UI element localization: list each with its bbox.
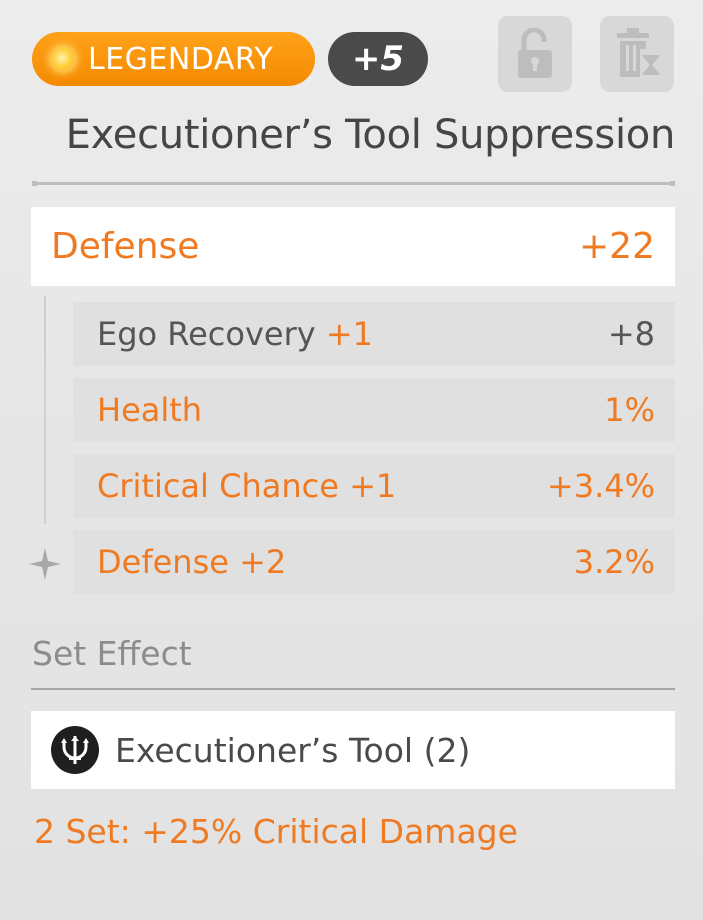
trident-emblem-icon (51, 726, 99, 774)
substat-name: Critical Chance (97, 467, 339, 505)
substat-value: +8 (607, 315, 655, 353)
substat-value: 3.2% (573, 543, 655, 581)
substat-label: Ego Recovery +1 (97, 315, 373, 353)
substat-label: Defense +2 (97, 543, 286, 581)
substat-row: Health 1% (73, 378, 675, 442)
enhance-level-badge: +5 (328, 32, 428, 86)
sparkle-icon (27, 546, 63, 586)
rarity-label: LEGENDARY (88, 41, 274, 77)
lock-button[interactable] (498, 16, 572, 92)
substat-name: Defense (97, 543, 229, 581)
substat-bonus: +1 (325, 315, 373, 353)
substat-row: Critical Chance +1 +3.4% (73, 454, 675, 518)
rarity-glow-icon (52, 48, 74, 70)
discard-button[interactable] (600, 16, 674, 92)
title-divider (32, 181, 675, 186)
trash-timer-icon (617, 28, 659, 77)
unlock-icon (518, 28, 552, 78)
substat-tree-line (44, 296, 46, 524)
substat-row: Defense +2 3.2% (73, 530, 675, 594)
main-stat-name: Defense (51, 226, 200, 267)
substat-name: Ego Recovery (97, 315, 316, 353)
main-stat-row: Defense +22 (31, 207, 675, 286)
item-name: Executioner’s Tool Suppression (65, 112, 676, 158)
substat-label: Critical Chance +1 (97, 467, 396, 505)
set-name: Executioner’s Tool (2) (115, 730, 471, 770)
substat-row: Ego Recovery +1 +8 (73, 302, 675, 366)
main-stat-value: +22 (579, 226, 655, 267)
substat-value: 1% (604, 391, 655, 429)
substat-label: Health (97, 391, 202, 429)
substat-value: +3.4% (546, 467, 655, 505)
set-effect-divider (31, 688, 675, 690)
substat-bonus: +1 (349, 467, 397, 505)
set-bonus-text: 2 Set: +25% Critical Damage (34, 812, 518, 851)
substat-bonus: +2 (239, 543, 287, 581)
rarity-badge: LEGENDARY (32, 32, 315, 86)
set-effect-title: Set Effect (32, 634, 192, 673)
substat-name: Health (97, 391, 203, 429)
set-effect-card[interactable]: Executioner’s Tool (2) (31, 711, 675, 789)
